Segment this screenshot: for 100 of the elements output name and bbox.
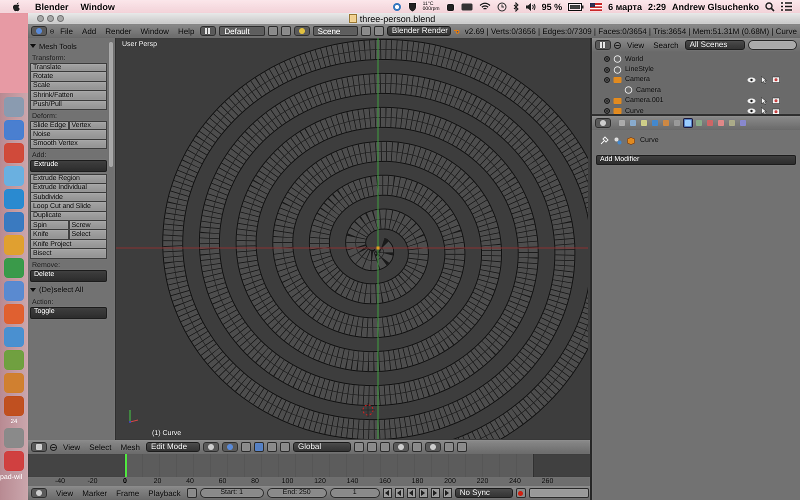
- playback-button[interactable]: [394, 488, 404, 498]
- sync-dropdown[interactable]: No Sync: [454, 488, 513, 498]
- playback-button[interactable]: [382, 488, 392, 498]
- clock-icon[interactable]: [496, 2, 507, 12]
- document-icon: [348, 14, 357, 23]
- menu-item[interactable]: File: [57, 26, 76, 36]
- menu-item[interactable]: Add: [79, 26, 100, 36]
- playback-button[interactable]: [442, 488, 452, 498]
- menu-item[interactable]: Render: [102, 26, 134, 36]
- menu-item[interactable]: Mesh: [117, 442, 143, 452]
- orientation-dropdown[interactable]: Global: [293, 442, 351, 452]
- disclosure-triangle-icon[interactable]: [30, 43, 36, 49]
- add-button[interactable]: [360, 26, 371, 36]
- playback-button[interactable]: [406, 488, 416, 498]
- user-name[interactable]: Andrew Glsuchenko: [672, 2, 759, 12]
- time-text[interactable]: 2:29: [648, 2, 666, 12]
- manipulator-button[interactable]: [241, 442, 251, 452]
- blender-logo-icon: [454, 26, 460, 36]
- window-close-button[interactable]: [37, 15, 44, 22]
- scene-icon: [614, 136, 622, 144]
- wifi-icon[interactable]: [478, 2, 491, 11]
- menu-item[interactable]: Frame: [113, 488, 142, 498]
- object-icon: [613, 76, 622, 84]
- render-engine-dropdown[interactable]: Blender Render: [386, 26, 451, 36]
- proportional-button[interactable]: [393, 442, 409, 452]
- menu-item[interactable]: View: [624, 40, 648, 50]
- menu-item[interactable]: Help: [174, 26, 198, 36]
- camera-icon[interactable]: [772, 97, 780, 104]
- date-text[interactable]: 6 марта: [608, 2, 642, 12]
- expand-icon[interactable]: [604, 66, 610, 73]
- expand-icon[interactable]: [604, 76, 610, 83]
- playback-button[interactable]: [418, 488, 428, 498]
- menu-item[interactable]: Playback: [145, 488, 184, 498]
- scene-field[interactable]: Scene: [312, 26, 358, 36]
- playback-button[interactable]: [430, 488, 440, 498]
- 3d-cursor-icon[interactable]: [360, 402, 376, 418]
- display-mode-dropdown[interactable]: All Scenes: [684, 40, 745, 50]
- remove-button[interactable]: [374, 26, 384, 36]
- expand-icon[interactable]: [604, 56, 610, 62]
- data-icon: [624, 86, 633, 94]
- preview-range-button[interactable]: [186, 488, 197, 498]
- record-button[interactable]: [516, 488, 526, 498]
- snap-toggle[interactable]: [412, 442, 422, 452]
- scene-statistics: v2.69 | Verts:0/3656 | Edges:0/7309 | Faces:0/3654 | Tris:3654 | Mem:51.31M (0.68M) | Curve: [464, 26, 797, 36]
- search-icon[interactable]: [765, 2, 775, 12]
- volume-icon[interactable]: [524, 2, 536, 12]
- disclosure-triangle-icon[interactable]: [30, 286, 36, 293]
- pivot-button[interactable]: [222, 442, 238, 452]
- flag-icon[interactable]: [590, 2, 602, 10]
- collapse-icon[interactable]: [614, 42, 621, 48]
- editor-type-button[interactable]: [595, 118, 611, 128]
- editor-type-button[interactable]: [31, 442, 47, 452]
- snap-element-button[interactable]: [425, 442, 441, 452]
- cursor-icon[interactable]: [761, 76, 767, 84]
- camera-icon[interactable]: [772, 108, 780, 114]
- layout-field[interactable]: Default: [219, 26, 265, 36]
- cube-icon: [627, 136, 635, 144]
- keying-set-field[interactable]: [528, 488, 589, 498]
- window-minimize-button[interactable]: [47, 15, 54, 22]
- shield-icon[interactable]: [408, 2, 417, 12]
- collapse-icon[interactable]: [50, 28, 54, 34]
- battery-icon[interactable]: [568, 2, 584, 10]
- axis-gizmo-icon: [129, 410, 138, 423]
- search-field[interactable]: [748, 40, 797, 50]
- app-menu[interactable]: Blender: [35, 2, 69, 12]
- eye-icon[interactable]: [747, 108, 756, 114]
- editor-type-button[interactable]: [31, 488, 47, 498]
- scrollbar[interactable]: [109, 42, 113, 167]
- menu-item[interactable]: Marker: [79, 488, 110, 498]
- menu-item[interactable]: View: [53, 488, 76, 498]
- menu-item[interactable]: Select: [86, 442, 114, 452]
- object-origin-icon: [376, 246, 380, 250]
- shading-button[interactable]: [203, 442, 219, 452]
- bluetooth-icon[interactable]: [512, 2, 519, 12]
- translate-toggle[interactable]: [254, 442, 264, 452]
- eye-icon[interactable]: [747, 98, 756, 104]
- eye-icon[interactable]: [747, 76, 756, 83]
- rotate-toggle[interactable]: [267, 442, 277, 452]
- window-zoom-button[interactable]: [57, 15, 64, 22]
- sync-icon[interactable]: [392, 2, 402, 12]
- scene-icon-button[interactable]: [294, 26, 310, 36]
- add-button[interactable]: [268, 26, 278, 36]
- battery-percent[interactable]: 95 %: [542, 2, 562, 12]
- properties-tab[interactable]: [683, 118, 693, 128]
- list-icon[interactable]: [781, 2, 792, 11]
- camera-icon[interactable]: [772, 76, 780, 84]
- mode-dropdown[interactable]: Edit Mode: [146, 442, 200, 452]
- menu-item[interactable]: Window: [137, 26, 172, 36]
- menu-item[interactable]: Search: [650, 40, 682, 50]
- menu-item[interactable]: Window: [80, 2, 115, 12]
- window-title: three-person.blend: [360, 14, 436, 24]
- remove-button[interactable]: [280, 26, 291, 36]
- expand-icon[interactable]: [604, 108, 610, 114]
- expand-icon[interactable]: [604, 98, 610, 104]
- layout-icon-button[interactable]: [200, 26, 216, 36]
- menu-item[interactable]: View: [60, 442, 84, 452]
- editor-type-button[interactable]: [595, 40, 611, 50]
- apple-logo-icon[interactable]: [12, 2, 21, 12]
- collapse-icon[interactable]: [50, 444, 57, 450]
- scale-toggle[interactable]: [280, 442, 290, 452]
